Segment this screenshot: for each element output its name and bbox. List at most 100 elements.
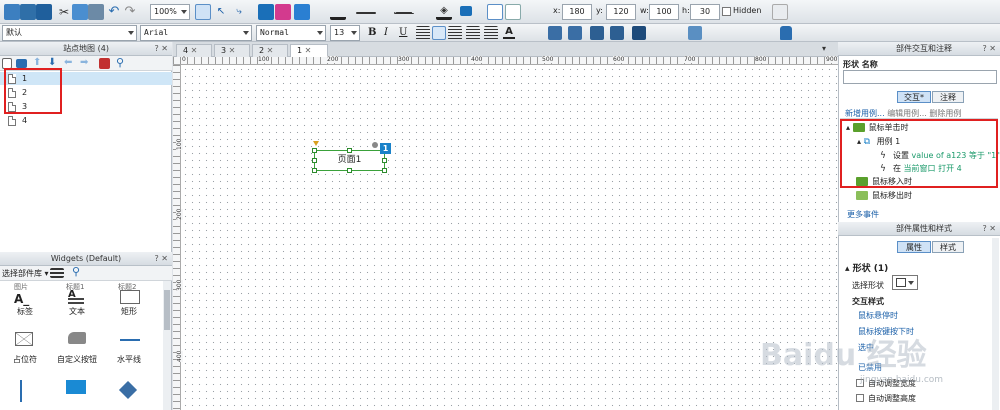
tab-notes[interactable]: 注释	[932, 91, 964, 103]
resize-handle-w[interactable]	[312, 158, 317, 163]
align-widgets-icon[interactable]	[632, 26, 646, 40]
rotate-handle-icon[interactable]	[372, 142, 378, 148]
h-input[interactable]: 30	[690, 4, 720, 20]
library-select[interactable]: 选择部件库 ▾	[2, 268, 49, 279]
preview-icon[interactable]	[258, 4, 274, 20]
undo-icon[interactable]: ↶	[106, 4, 122, 20]
tab-properties[interactable]: 属性	[897, 241, 931, 253]
resize-handle-e[interactable]	[382, 158, 387, 163]
ungroup-icon[interactable]	[610, 26, 624, 40]
delete-page-icon[interactable]	[99, 58, 110, 69]
text-color-button[interactable]: A	[503, 26, 515, 39]
edit-case-link[interactable]: 编辑用例...	[887, 109, 927, 118]
resize-handle-n[interactable]	[347, 148, 352, 153]
watermark-brand: Baidu 经验	[760, 338, 927, 373]
widget-custom-button-tile[interactable]	[52, 330, 102, 354]
widgets-scroll-thumb[interactable]	[164, 290, 170, 330]
delete-case-link[interactable]: 删除用例	[929, 109, 961, 118]
redo-icon[interactable]: ↷	[122, 4, 138, 20]
properties-scrollbar[interactable]	[992, 238, 999, 410]
paste-icon[interactable]	[88, 4, 104, 20]
tab-interaction[interactable]: 交互*	[897, 91, 931, 103]
hidden-checkbox[interactable]	[722, 7, 731, 16]
widget-search-icon[interactable]: ⚲	[72, 265, 88, 281]
y-input[interactable]: 120	[606, 4, 636, 20]
shape-name-input[interactable]	[843, 70, 997, 84]
x-input[interactable]: 180	[562, 4, 592, 20]
widget-placeholder-text: 占位符	[13, 355, 37, 364]
save-icon[interactable]	[36, 4, 52, 20]
search-icon[interactable]: ⚲	[116, 56, 132, 72]
select-contain-icon[interactable]: ↖	[213, 4, 229, 20]
padlock-icon[interactable]	[780, 26, 792, 40]
event-leave-row[interactable]: 鼠标移出时	[856, 190, 912, 202]
outdent-icon[interactable]: ⬅	[64, 57, 80, 73]
font-family-select[interactable]: Arial	[140, 25, 252, 41]
page-label: 4	[22, 116, 28, 125]
sitemap-controls[interactable]: ? ✕	[155, 42, 169, 55]
text-align-right-icon[interactable]	[448, 26, 462, 40]
select-intersect-icon[interactable]	[195, 4, 211, 20]
resize-handle-sw[interactable]	[312, 168, 317, 173]
text-bullet-icon[interactable]	[484, 26, 498, 40]
fill-color-icon[interactable]: ◈	[436, 4, 452, 20]
font-size-select[interactable]: 13	[330, 25, 360, 41]
italic-button[interactable]: I	[384, 27, 388, 38]
align-center-icon[interactable]	[505, 4, 521, 20]
indent-icon[interactable]: ➡	[80, 57, 96, 73]
text-align-left-icon[interactable]	[416, 26, 430, 40]
group-icon[interactable]	[590, 26, 604, 40]
distribute-icon[interactable]	[688, 26, 702, 40]
corner-radius-handle-icon[interactable]	[313, 141, 319, 146]
add-case-link[interactable]: 新增用例...	[845, 109, 885, 118]
zoom-select[interactable]: 100%	[150, 4, 190, 20]
event-leave-label: 鼠标移出时	[872, 191, 912, 200]
tab-page-3[interactable]: 3 ✕	[214, 44, 250, 57]
tab-page-1[interactable]: 1 ✕	[290, 44, 328, 57]
style-select[interactable]: 默认	[2, 25, 137, 41]
line-style-icon[interactable]	[394, 12, 414, 14]
widget-placeholder-tile[interactable]	[0, 330, 50, 354]
new-file-icon[interactable]	[4, 4, 20, 20]
share-icon[interactable]	[275, 4, 291, 20]
resize-handle-se[interactable]	[382, 168, 387, 173]
send-back-icon[interactable]	[568, 26, 582, 40]
shape-section-title[interactable]: ▴ 形状 (1)	[845, 261, 888, 274]
cut-icon[interactable]: ✂	[56, 4, 72, 20]
align-left-icon[interactable]	[487, 4, 503, 20]
vertical-line-icon[interactable]	[20, 380, 22, 402]
hover-style-link[interactable]: 鼠标悬停时	[858, 310, 898, 321]
underline-button[interactable]: U	[399, 27, 407, 38]
image-hotspot-icon[interactable]	[66, 380, 86, 394]
interaction-badge[interactable]: 1	[380, 143, 391, 154]
connector-icon[interactable]: ⤷	[231, 4, 247, 20]
bold-button[interactable]: B	[368, 27, 376, 38]
open-folder-icon[interactable]	[20, 4, 36, 20]
copy-icon[interactable]	[72, 4, 88, 20]
publish-icon[interactable]	[294, 4, 310, 20]
page-item-4[interactable]: 4	[8, 114, 27, 127]
widget-horizontal-line-tile[interactable]	[104, 330, 154, 354]
tab-style[interactable]: 样式	[932, 241, 964, 253]
font-weight-select[interactable]: Normal	[256, 25, 326, 41]
resize-handle-nw[interactable]	[312, 148, 317, 153]
line-width-icon[interactable]	[356, 12, 376, 14]
text-valign-icon[interactable]	[466, 26, 480, 40]
more-events-link[interactable]: 更多事件	[847, 209, 879, 220]
properties-controls[interactable]: ? ✕	[983, 222, 997, 235]
text-align-center-icon[interactable]	[432, 26, 446, 40]
select-shape-button[interactable]	[892, 275, 918, 290]
lock-icon[interactable]	[772, 4, 788, 20]
auto-height-checkbox[interactable]	[856, 394, 864, 402]
canvas-controls[interactable]: ▾	[822, 44, 826, 53]
shadow-icon[interactable]	[460, 6, 472, 16]
canvas-grid[interactable]	[182, 66, 838, 410]
interaction-controls[interactable]: ? ✕	[983, 42, 997, 55]
w-input[interactable]: 100	[649, 4, 679, 20]
menu-icon[interactable]	[50, 268, 64, 278]
bring-front-icon[interactable]	[548, 26, 562, 40]
resize-handle-s[interactable]	[347, 168, 352, 173]
add-folder-icon[interactable]	[16, 59, 27, 68]
border-color-icon[interactable]	[330, 4, 346, 20]
widgets-controls[interactable]: ? ✕	[155, 252, 169, 265]
